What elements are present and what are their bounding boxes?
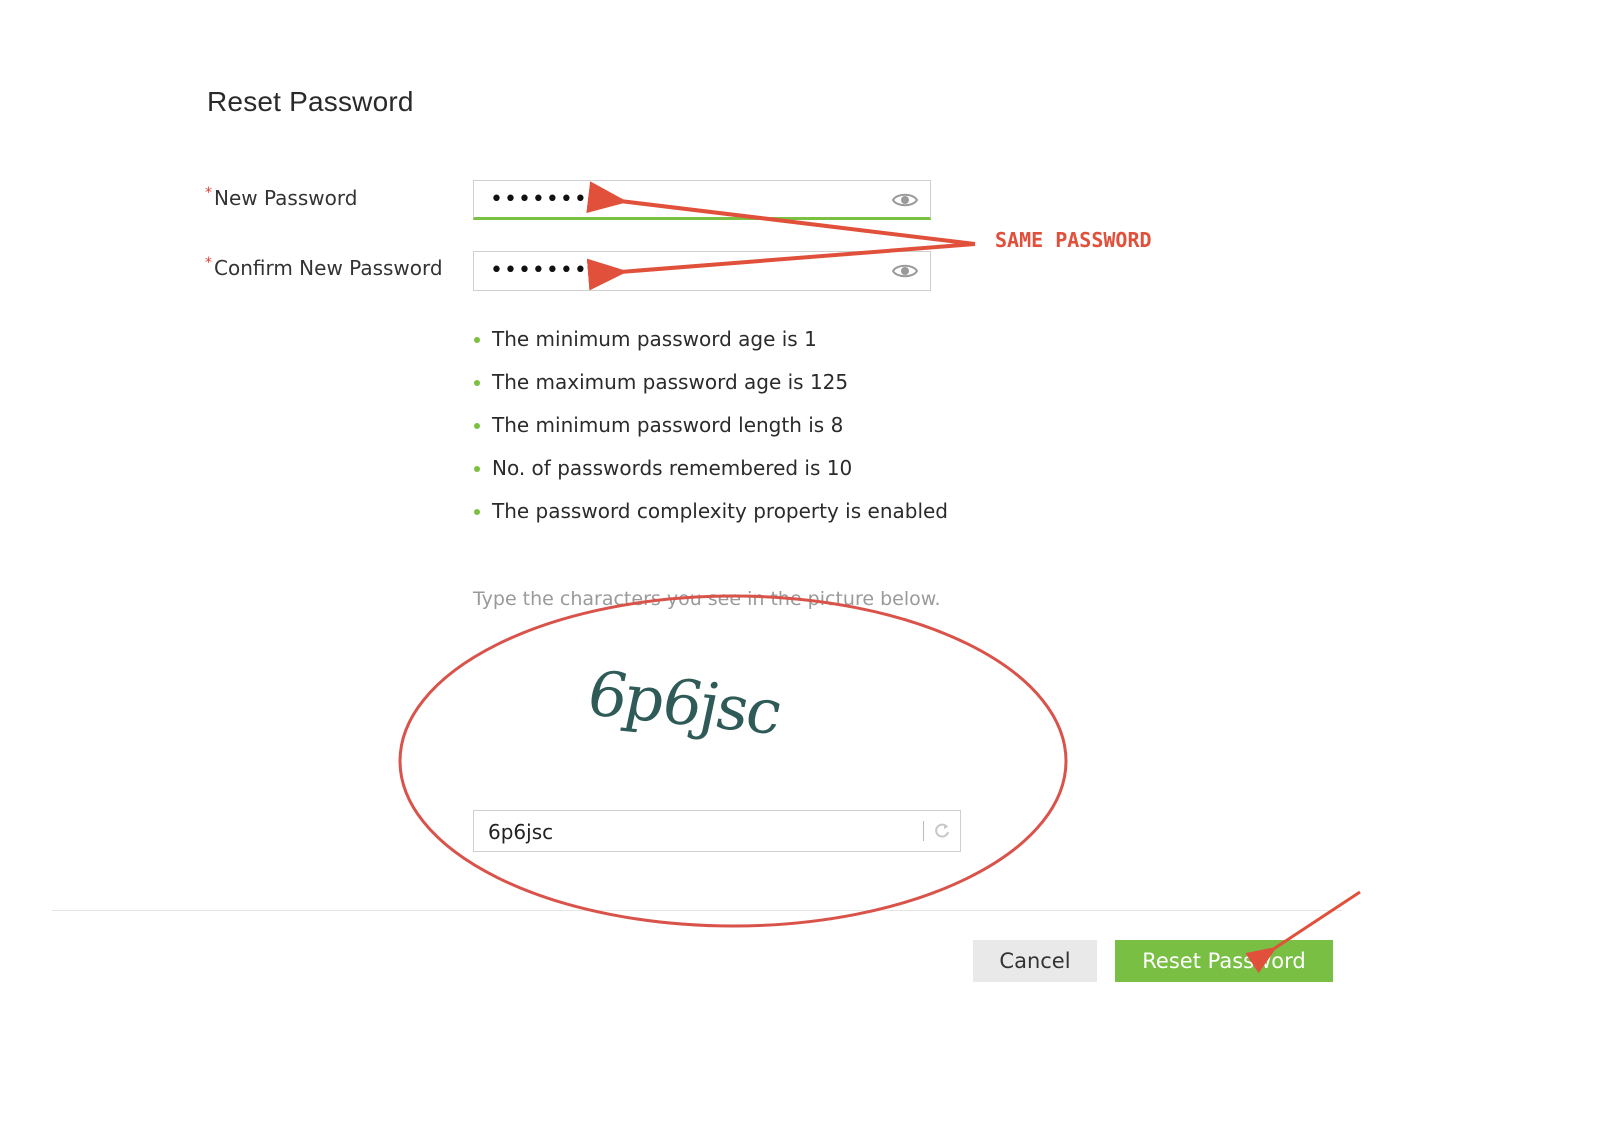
cancel-button[interactable]: Cancel <box>973 940 1097 982</box>
rule-text: The password complexity property is enab… <box>492 499 949 523</box>
bullet-icon <box>474 337 480 343</box>
rule-item: The minimum password age is 1 <box>472 328 948 371</box>
captcha-hint: Type the characters you see in the pictu… <box>473 588 941 610</box>
bullet-icon <box>474 423 480 429</box>
captcha-input-value: 6p6jsc <box>488 820 554 844</box>
bullet-icon <box>474 466 480 472</box>
password-rules-list: The minimum password age is 1 The maximu… <box>472 328 948 543</box>
footer-divider <box>52 910 1342 911</box>
annotation-overlay <box>398 181 1361 974</box>
required-marker: * <box>205 185 212 201</box>
bullet-icon <box>474 509 480 515</box>
eye-icon[interactable] <box>892 191 918 209</box>
confirm-password-value: ••••••••• <box>490 258 616 283</box>
rule-text: The minimum password length is 8 <box>492 413 844 437</box>
eye-icon[interactable] <box>892 262 918 280</box>
confirm-password-field[interactable]: ••••••••• <box>473 251 931 291</box>
new-password-label: * New Password <box>205 185 358 210</box>
rule-item: The minimum password length is 8 <box>472 414 948 457</box>
confirm-password-label-text: Confirm New Password <box>214 256 443 280</box>
new-password-field[interactable]: ••••••••• <box>473 180 931 220</box>
page-title: Reset Password <box>207 86 414 117</box>
confirm-password-label: * Confirm New Password <box>205 255 443 280</box>
rule-text: The maximum password age is 125 <box>492 370 849 394</box>
rule-text: The minimum password age is 1 <box>492 327 817 351</box>
refresh-icon[interactable] <box>932 821 952 841</box>
new-password-value: ••••••••• <box>490 187 616 212</box>
captcha-image: 6p6jsc <box>581 657 787 749</box>
bullet-icon <box>474 380 480 386</box>
rule-item: No. of passwords remembered is 10 <box>472 457 948 500</box>
new-password-label-text: New Password <box>214 186 358 210</box>
annotation-label: SAME PASSWORD <box>995 228 1152 252</box>
reset-password-button[interactable]: Reset Password <box>1115 940 1333 982</box>
rule-item: The maximum password age is 125 <box>472 371 948 414</box>
captcha-input-divider <box>923 821 924 841</box>
rule-text: No. of passwords remembered is 10 <box>492 456 853 480</box>
captcha-input[interactable]: 6p6jsc <box>473 810 961 852</box>
rule-item: The password complexity property is enab… <box>472 500 948 543</box>
captcha-image-text: 6p6jsc <box>581 657 787 749</box>
required-marker: * <box>205 255 212 271</box>
